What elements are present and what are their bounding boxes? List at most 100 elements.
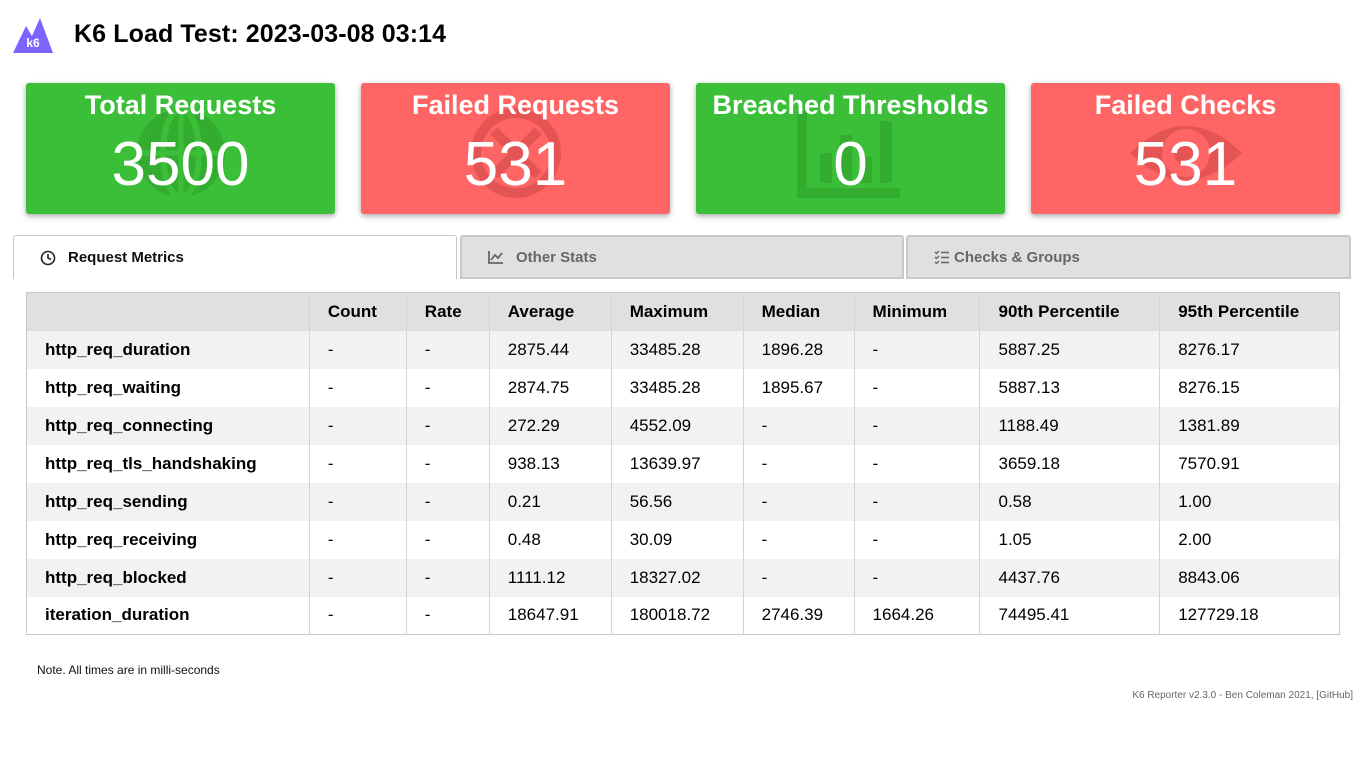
table-cell: - [309,482,407,521]
svg-text:k6: k6 [26,36,40,50]
table-cell: - [743,444,855,483]
table-cell: 1664.26 [854,596,981,635]
table-cell: 5887.13 [979,368,1161,407]
table-cell: 1895.67 [743,368,855,407]
tab-label: Other Stats [516,248,597,266]
failed-requests-card: Failed Requests 531 [361,83,670,214]
page-title: K6 Load Test: 2023-03-08 03:14 [74,19,447,48]
table-cell: 74495.41 [979,596,1161,635]
metric-name: http_req_waiting [26,368,310,407]
column-header: 90th Percentile [979,292,1161,331]
table-cell: - [406,596,490,635]
column-header: Count [309,292,407,331]
table-cell: - [406,368,490,407]
table-cell: - [854,406,981,445]
table-cell: - [854,482,981,521]
table-cell: 33485.28 [611,330,744,369]
table-cell: 0.21 [489,482,612,521]
card-value: 3500 [111,130,250,199]
table-cell: - [309,330,407,369]
table-cell: 18647.91 [489,596,612,635]
metric-name: http_req_blocked [26,558,310,597]
table-cell: 1381.89 [1178,415,1240,435]
table-cell: 18327.02 [611,558,744,597]
table-row: iteration_duration - - 18647.91 180018.7… [26,596,1340,635]
table-cell: 938.13 [489,444,612,483]
table-row: http_req_tls_handshaking - - 938.13 1363… [26,444,1340,483]
table-row: http_req_blocked - - 1111.12 18327.02 - … [26,558,1340,597]
column-header: Median [743,292,855,331]
table-cell: - [406,558,490,597]
table-cell: 7570.91 [1178,453,1240,473]
table-cell: 30.09 [611,520,744,559]
table-cell: 127729.18 [1178,605,1259,625]
table-cell: 0.48 [489,520,612,559]
table-cell: 272.29 [489,406,612,445]
table-cell: 13639.97 [611,444,744,483]
table-cell: - [854,444,981,483]
table-cell: - [309,558,407,597]
table-cell: 0.58 [979,482,1161,521]
failed-checks-card: Failed Checks 531 [1031,83,1340,214]
table-cell: - [309,368,407,407]
column-header: Average [489,292,612,331]
table-cell: - [406,482,490,521]
table-cell: 1.00 [1178,491,1212,511]
table-cell: - [309,406,407,445]
page-header: k6 K6 Load Test: 2023-03-08 03:14 [12,14,446,54]
metric-name: iteration_duration [26,596,310,635]
summary-cards: Total Requests 3500 Failed Requests 531 … [26,83,1340,214]
card-value: 0 [833,130,868,199]
card-label: Total Requests [84,90,277,120]
tab-checks-groups[interactable]: Checks & Groups [906,235,1351,279]
table-cell: 8276.17 [1178,339,1240,359]
table-cell: - [854,330,981,369]
table-cell: 8276.15 [1178,377,1240,397]
footer-credits[interactable]: K6 Reporter v2.3.0 - Ben Coleman 2021, [… [1132,690,1353,701]
table-cell: 2746.39 [743,596,855,635]
table-cell: - [406,520,490,559]
tab-other-stats[interactable]: Other Stats [460,235,904,279]
table-cell: - [743,558,855,597]
table-cell: - [743,482,855,521]
column-header: 95th Percentile [1159,292,1340,331]
table-cell: 33485.28 [611,368,744,407]
table-cell: - [406,406,490,445]
metric-name: http_req_tls_handshaking [26,444,310,483]
table-cell: - [406,444,490,483]
table-row: http_req_connecting - - 272.29 4552.09 -… [26,406,1340,445]
table-cell: 1188.49 [979,406,1161,445]
metric-name: http_req_receiving [26,520,310,559]
table-cell: 1.05 [979,520,1161,559]
table-cell: - [309,596,407,635]
table-cell: 1896.28 [743,330,855,369]
table-row: http_req_waiting - - 2874.75 33485.28 18… [26,368,1340,407]
table-cell: 8843.06 [1178,567,1240,587]
table-cell: - [406,330,490,369]
k6-logo-icon: k6 [13,18,53,53]
metric-name: http_req_connecting [26,406,310,445]
tab-bar: Request Metrics Other Stats Checks & Gro… [13,235,1351,279]
breached-thresholds-card: Breached Thresholds 0 [696,83,1005,214]
column-header: Rate [406,292,490,331]
card-label: Failed Checks [1094,90,1277,120]
table-header-row: Count Rate Average Maximum Median Minimu… [26,292,1340,331]
table-cell: 2875.44 [489,330,612,369]
table-cell: - [743,406,855,445]
units-note: Note. All times are in milli-seconds [37,663,220,677]
table-cell: 4552.09 [611,406,744,445]
table-cell: 2.00 [1178,529,1212,549]
checklist-icon [934,250,949,264]
table-cell: - [743,520,855,559]
column-header: Maximum [611,292,744,331]
table-cell: 1111.12 [489,558,612,597]
tab-request-metrics[interactable]: Request Metrics [13,235,457,279]
table-row: http_req_duration - - 2875.44 33485.28 1… [26,330,1340,369]
metric-name: http_req_duration [26,330,310,369]
metric-name: http_req_sending [26,482,310,521]
table-cell: - [309,520,407,559]
line-chart-icon [488,251,503,264]
tab-label: Checks & Groups [954,248,1080,266]
table-cell: 180018.72 [611,596,744,635]
column-header [26,292,310,331]
